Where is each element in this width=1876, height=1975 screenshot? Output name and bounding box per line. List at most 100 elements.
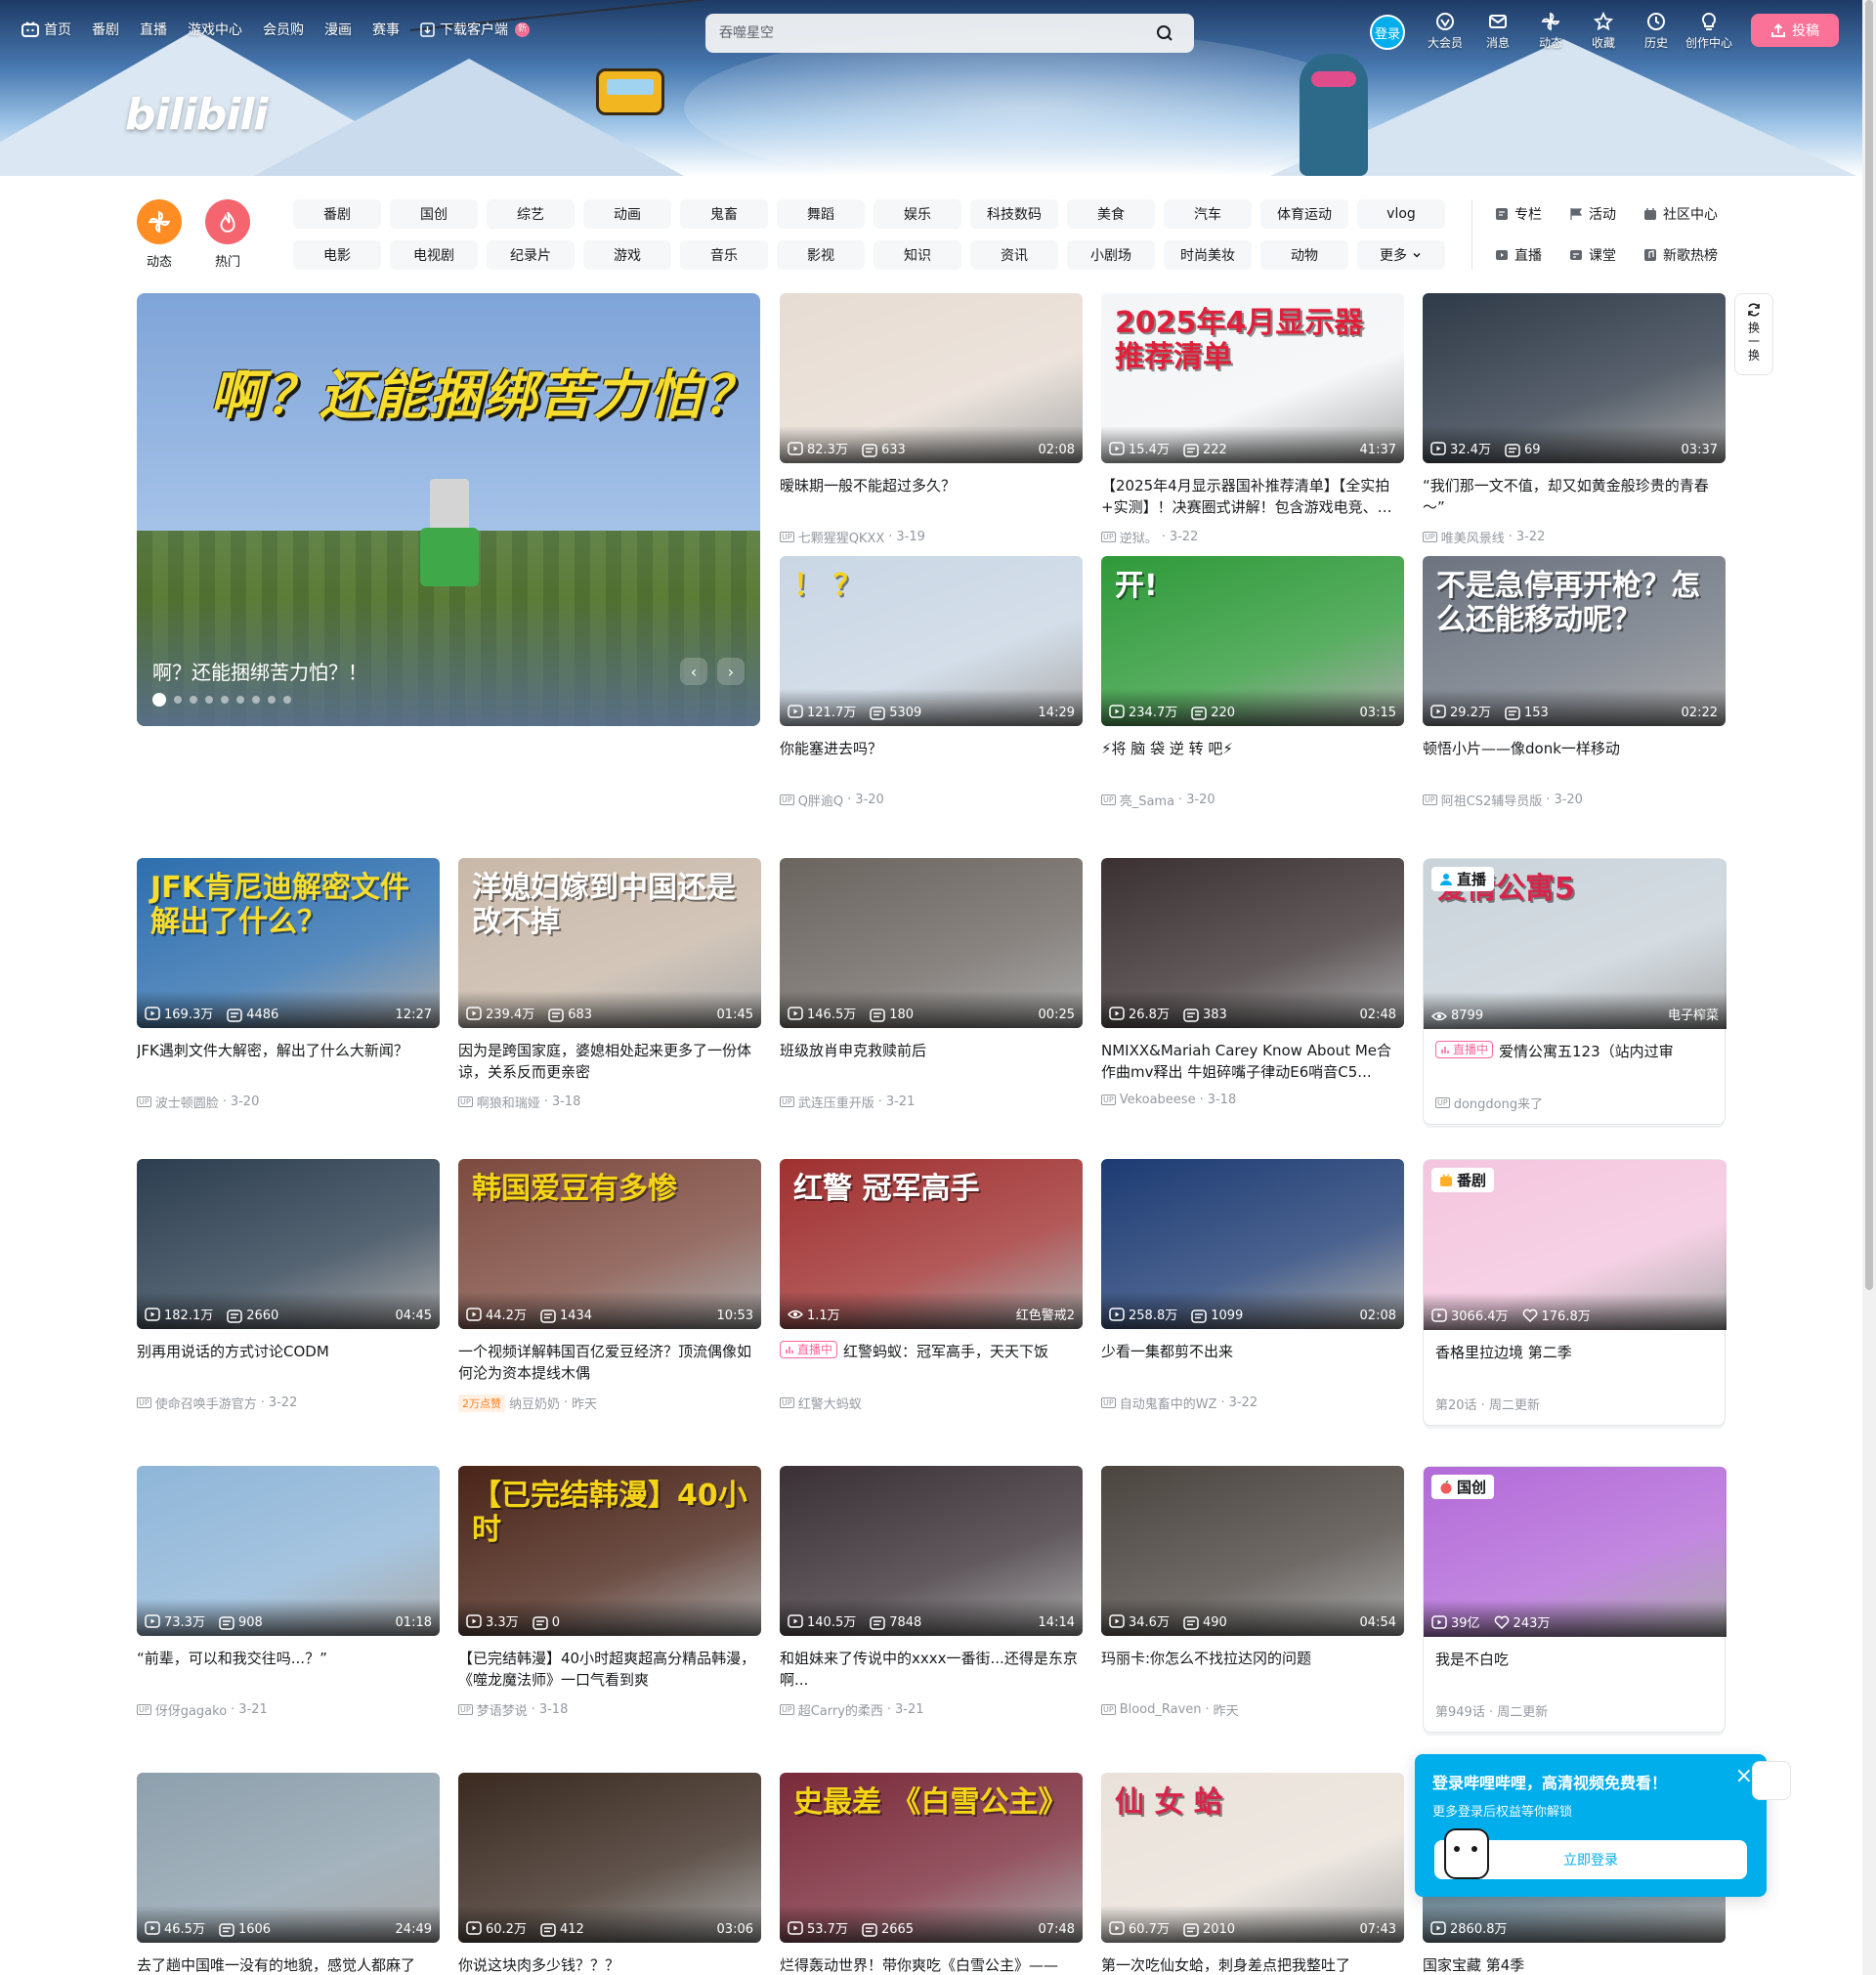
- video-card[interactable]: 73.3万 908 01:18 “前辈，可以和我交往吗...？” UP 伢伢gagako ·…: [137, 1466, 440, 1719]
- dynamic-circle-button[interactable]: [137, 199, 182, 244]
- carousel-dot[interactable]: [236, 696, 244, 704]
- uploader-name[interactable]: 逆狱。: [1120, 528, 1158, 546]
- video-thumbnail[interactable]: JFK肯尼迪解密文件解出了什么？ 169.3万 4486 12:27: [137, 858, 440, 1028]
- uploader-name[interactable]: Q胖逾Q: [798, 791, 843, 809]
- carousel-prev-button[interactable]: ‹: [680, 658, 707, 685]
- uploader-name[interactable]: 阿祖CS2辅导员版: [1441, 791, 1543, 809]
- video-card[interactable]: 34.6万 490 04:54 玛丽卡:你怎么不找拉达冈的问题 UP Blood_Rave…: [1101, 1466, 1404, 1719]
- video-card[interactable]: 洋媳妇嫁到中国还是改不掉 239.4万 683 01:45 因为是跨国家庭，婆媳相处起来…: [458, 858, 761, 1111]
- chip-guochuang[interactable]: 国创: [390, 199, 478, 229]
- chip-anime[interactable]: 动画: [583, 199, 671, 229]
- uploader-name[interactable]: 武连压重开版: [798, 1093, 874, 1111]
- carousel-dot[interactable]: [283, 696, 291, 704]
- video-title[interactable]: 烂得轰动世界！带你爽吃《白雪公主》——: [780, 1954, 1083, 1975]
- video-thumbnail[interactable]: 182.1万 2660 04:45: [137, 1159, 440, 1329]
- video-title[interactable]: 我是不白吃: [1424, 1649, 1725, 1692]
- bilibili-logo[interactable]: bilibili: [125, 90, 268, 140]
- scrollbar-thumb[interactable]: [1865, 0, 1873, 1290]
- refresh-button[interactable]: 换一换: [1734, 293, 1773, 375]
- video-thumbnail[interactable]: 史最差 《白雪公主》 53.7万 2665 07:48: [780, 1773, 1083, 1943]
- video-title[interactable]: 你能塞进去吗？: [780, 738, 1083, 781]
- video-card[interactable]: 【已完结韩漫】40小时 3.3万 0 【已完结韩漫】40小时超爽超高分精品韩漫，《噬龙…: [458, 1466, 761, 1719]
- link-activity[interactable]: 活动: [1569, 199, 1616, 229]
- carousel-title[interactable]: 啊？还能捆绑苦力怕？！: [152, 657, 367, 685]
- uploader-name[interactable]: 七颗猩猩QKXX: [798, 528, 885, 546]
- hot-circle-button[interactable]: [205, 199, 250, 244]
- uploader-name[interactable]: 纳豆奶奶: [509, 1394, 560, 1412]
- video-title[interactable]: NMIXX&Mariah Carey Know About Me合作曲mv释出 …: [1101, 1040, 1404, 1083]
- video-title[interactable]: ⚡将 脑 袋 逆 转 吧⚡: [1101, 738, 1404, 781]
- nav-home[interactable]: 首页: [21, 20, 71, 39]
- search-input[interactable]: [719, 25, 1149, 41]
- video-thumbnail[interactable]: 2025年4月显示器推荐清单 15.4万 222 41:37: [1101, 293, 1404, 463]
- uploader-name[interactable]: 使命召唤手游官方: [155, 1394, 257, 1412]
- video-card[interactable]: 不是急停再开枪？怎么还能移动呢？ 29.2万 153 02:22 顿悟小片——像donk…: [1423, 556, 1726, 809]
- video-card[interactable]: 258.8万 1099 02:08 少看一集都剪不出来 UP 自动鬼畜中的WZ · 3-22: [1101, 1159, 1404, 1412]
- nav-manga[interactable]: 漫画: [324, 20, 352, 39]
- link-live[interactable]: 直播: [1495, 240, 1542, 270]
- uploader-name[interactable]: 超Carry的柔西: [798, 1700, 883, 1719]
- video-thumbnail[interactable]: 73.3万 908 01:18: [137, 1466, 440, 1636]
- nav-creator[interactable]: 创作中心: [1683, 12, 1735, 51]
- video-title[interactable]: 别再用说话的方式讨论CODM: [137, 1341, 440, 1384]
- upload-button[interactable]: 投稿: [1751, 14, 1839, 47]
- carousel-dot[interactable]: [268, 696, 276, 704]
- video-thumbnail[interactable]: 34.6万 490 04:54: [1101, 1466, 1404, 1636]
- video-title[interactable]: 少看一集都剪不出来: [1101, 1341, 1404, 1384]
- video-card[interactable]: 开! 234.7万 220 03:15 ⚡将 脑 袋 逆 转 吧⚡ UP 亮_Sama · 3-…: [1101, 556, 1404, 809]
- video-card[interactable]: 32.4万 69 03:37 “我们那一文不值，却又如黄金般珍贵的青春～” UP 唯美风景…: [1423, 293, 1726, 546]
- chip-tv[interactable]: 电视剧: [390, 240, 478, 270]
- login-avatar-button[interactable]: 登录: [1370, 15, 1405, 50]
- video-card[interactable]: 26.8万 383 02:48 NMIXX&Mariah Carey Know Abo…: [1101, 858, 1404, 1107]
- video-thumbnail[interactable]: 韩国爱豆有多惨 44.2万 1434 10:53: [458, 1159, 761, 1329]
- video-title[interactable]: 第一次吃仙女蛤，刺身差点把我整吐了: [1101, 1954, 1404, 1975]
- carousel-next-button[interactable]: ›: [717, 658, 745, 685]
- uploader-name[interactable]: Vekoabeese: [1120, 1093, 1196, 1107]
- nav-mall[interactable]: 会员购: [263, 20, 304, 39]
- link-class[interactable]: 课堂: [1569, 240, 1616, 270]
- chip-knowledge[interactable]: 知识: [874, 240, 961, 270]
- hero-carousel[interactable]: 啊？还能捆绑苦力怕？！ 啊？还能捆绑苦力怕？！ ‹ ›: [137, 293, 760, 726]
- video-thumbnail[interactable]: 爱情公寓5 直播 8799 电子榨菜: [1424, 859, 1727, 1029]
- video-card[interactable]: 46.5万 1606 24:49 去了趟中国唯一没有的地貌，感觉人都麻了: [137, 1773, 440, 1975]
- video-thumbnail[interactable]: 146.5万 180 00:25: [780, 858, 1083, 1028]
- uploader-name[interactable]: 波士顿圆脸: [155, 1093, 219, 1111]
- chip-kichiku[interactable]: 鬼畜: [680, 199, 768, 229]
- nav-esports[interactable]: 赛事: [372, 20, 400, 39]
- video-title[interactable]: 因为是跨国家庭，婆媳相处起来更多了一份体谅，关系反而更亲密: [458, 1040, 761, 1083]
- video-title[interactable]: JFK遇刺文件大解密，解出了什么大新闻？: [137, 1040, 440, 1083]
- video-title[interactable]: 你说这块肉多少钱？？？: [458, 1954, 761, 1975]
- video-thumbnail[interactable]: 仙 女 蛤 60.7万 2010 07:43: [1101, 1773, 1404, 1943]
- video-title[interactable]: 【2025年4月显示器国补推荐清单】【全实拍+实测】！决赛圈式讲解！包含游戏电竞…: [1101, 475, 1404, 518]
- video-card[interactable]: 60.2万 412 03:06 你说这块肉多少钱？？？: [458, 1773, 761, 1975]
- video-thumbnail[interactable]: 26.8万 383 02:48: [1101, 858, 1404, 1028]
- chip-vlog[interactable]: vlog: [1357, 199, 1445, 229]
- video-thumbnail[interactable]: 82.3万 633 02:08: [780, 293, 1083, 463]
- video-title[interactable]: 直播中 爱情公寓五123（站内过审: [1424, 1041, 1725, 1084]
- video-thumbnail[interactable]: ！ ？ 121.7万 5309 14:29: [780, 556, 1083, 726]
- chip-mini-theater[interactable]: 小剧场: [1067, 240, 1155, 270]
- video-card[interactable]: 140.5万 7848 14:14 和姐妹来了传说中的xxxx一番街...还得是东京啊…: [780, 1466, 1083, 1719]
- video-title[interactable]: 顿悟小片——像donk一样移动: [1423, 738, 1726, 781]
- live-card[interactable]: 爱情公寓5 直播 8799 电子榨菜 直播中 爱情公寓五123（站内过审 UP dongdon…: [1423, 858, 1727, 1125]
- video-card[interactable]: 82.3万 633 02:08 暧昧期一般不能超过多久？ UP 七颗猩猩QKXX · 3-19: [780, 293, 1083, 546]
- video-title[interactable]: 直播中 红警蚂蚁：冠军高手，天天下饭: [780, 1341, 1083, 1384]
- nav-live[interactable]: 直播: [140, 20, 167, 39]
- chip-documentary[interactable]: 纪录片: [487, 240, 575, 270]
- nav-messages[interactable]: 消息: [1471, 12, 1524, 51]
- chip-food[interactable]: 美食: [1067, 199, 1155, 229]
- chip-news[interactable]: 资讯: [970, 240, 1058, 270]
- video-card[interactable]: 韩国爱豆有多惨 44.2万 1434 10:53 一个视频详解韩国百亿爱豆经济？顶流偶像…: [458, 1159, 761, 1412]
- chip-bangumi[interactable]: 番剧: [293, 199, 381, 229]
- video-thumbnail[interactable]: 258.8万 1099 02:08: [1101, 1159, 1404, 1329]
- video-thumbnail[interactable]: 32.4万 69 03:37: [1423, 293, 1726, 463]
- carousel-dot[interactable]: [221, 696, 229, 704]
- video-thumbnail[interactable]: 60.2万 412 03:06: [458, 1773, 761, 1943]
- chip-game[interactable]: 游戏: [583, 240, 671, 270]
- video-title[interactable]: 一个视频详解韩国百亿爱豆经济？顶流偶像如何沦为资本提线木偶: [458, 1341, 761, 1384]
- uploader-name[interactable]: 自动鬼畜中的WZ: [1120, 1394, 1217, 1412]
- chip-music[interactable]: 音乐: [680, 240, 768, 270]
- video-thumbnail[interactable]: 番剧 3066.4万 176.8万: [1424, 1160, 1727, 1330]
- video-thumbnail[interactable]: 【已完结韩漫】40小时 3.3万 0: [458, 1466, 761, 1636]
- video-thumbnail[interactable]: 140.5万 7848 14:14: [780, 1466, 1083, 1636]
